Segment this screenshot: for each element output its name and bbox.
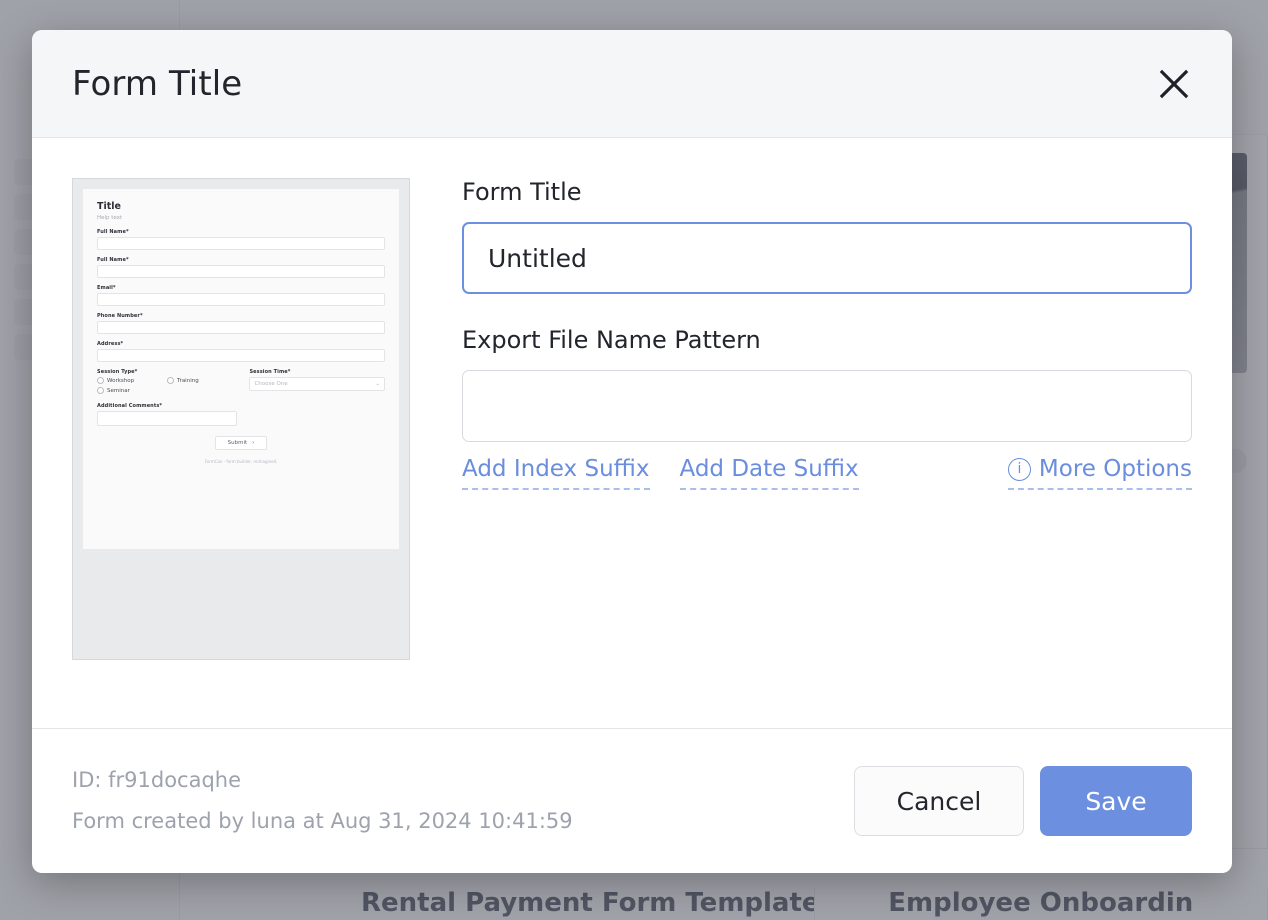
suffix-actions-row: Add Index Suffix Add Date Suffix i More … [462, 456, 1192, 490]
preview-radio-label: Workshop [107, 378, 134, 384]
more-options-link[interactable]: i More Options [1008, 456, 1192, 490]
preview-field-input [97, 293, 385, 306]
modal-footer: ID: fr91docaqhe Form created by luna at … [32, 728, 1232, 873]
save-button[interactable]: Save [1040, 766, 1192, 836]
modal-body: Title Help text Full Name* Full Name* Em… [32, 138, 1232, 728]
preview-help-text: Help text [97, 215, 385, 221]
form-fields-column: Form Title Export File Name Pattern Add … [412, 178, 1192, 728]
form-title-field-block: Form Title [462, 178, 1192, 294]
form-title-label: Form Title [462, 178, 1192, 206]
preview-field-label: Address* [97, 341, 385, 347]
preview-comments-label: Additional Comments* [97, 403, 385, 409]
preview-session-row: Session Type* Workshop Training [97, 369, 385, 397]
preview-radio-label: Seminar [107, 388, 130, 394]
preview-session-type-label: Session Type* [97, 369, 239, 375]
form-preview-column: Title Help text Full Name* Full Name* Em… [72, 178, 412, 728]
preview-field-label: Email* [97, 285, 385, 291]
radio-icon [97, 377, 104, 384]
preview-select-placeholder: Choose One [254, 381, 287, 387]
close-icon[interactable] [1152, 62, 1196, 106]
preview-session-time-group: Session Time* Choose One ⌄ [249, 369, 385, 397]
preview-field-label: Full Name* [97, 257, 385, 263]
preview-session-type-group: Session Type* Workshop Training [97, 369, 239, 397]
preview-field-input [97, 349, 385, 362]
export-pattern-input[interactable] [462, 370, 1192, 442]
preview-submit-label: Submit [228, 440, 248, 446]
form-preview-page: Title Help text Full Name* Full Name* Em… [83, 189, 399, 549]
preview-radio-option: Workshop [97, 377, 167, 384]
preview-title: Title [97, 201, 385, 212]
preview-session-time-label: Session Time* [249, 369, 385, 375]
add-date-suffix-link[interactable]: Add Date Suffix [680, 456, 859, 490]
form-title-input[interactable] [462, 222, 1192, 294]
radio-icon [97, 387, 104, 394]
form-metadata: ID: fr91docaqhe Form created by luna at … [72, 760, 573, 842]
preview-field-label: Phone Number* [97, 313, 385, 319]
preview-field-label: Full Name* [97, 229, 385, 235]
form-settings-modal: Form Title Title Help text Full Name* Fu… [32, 30, 1232, 873]
export-pattern-field-block: Export File Name Pattern [462, 326, 1192, 442]
preview-field-input [97, 237, 385, 250]
preview-field-input [97, 265, 385, 278]
info-icon: i [1008, 458, 1031, 481]
modal-actions: Cancel Save [854, 766, 1192, 836]
more-options-label: More Options [1039, 456, 1192, 482]
preview-radio-option: Training [167, 377, 237, 384]
cancel-button[interactable]: Cancel [854, 766, 1024, 836]
preview-submit-row: Submit › [97, 436, 385, 450]
preview-radio-label: Training [177, 378, 199, 384]
chevron-right-icon: › [252, 440, 254, 446]
form-created-text: Form created by luna at Aug 31, 2024 10:… [72, 801, 573, 842]
preview-field-input [97, 321, 385, 334]
preview-submit-button: Submit › [215, 436, 268, 450]
export-pattern-label: Export File Name Pattern [462, 326, 1192, 354]
modal-header: Form Title [32, 30, 1232, 138]
preview-comments-textarea [97, 411, 237, 426]
form-id-text: ID: fr91docaqhe [72, 760, 573, 801]
radio-icon [167, 377, 174, 384]
preview-footer-text: FormCan - form builder, reimagined. [97, 459, 385, 464]
add-index-suffix-link[interactable]: Add Index Suffix [462, 456, 650, 490]
form-preview-frame: Title Help text Full Name* Full Name* Em… [72, 178, 410, 660]
chevron-down-icon: ⌄ [375, 381, 380, 387]
preview-session-time-select: Choose One ⌄ [249, 377, 385, 391]
preview-radio-option: Seminar [97, 387, 167, 394]
preview-radio-group: Workshop Training Seminar [97, 377, 239, 397]
page-title: Form Title [72, 64, 242, 104]
